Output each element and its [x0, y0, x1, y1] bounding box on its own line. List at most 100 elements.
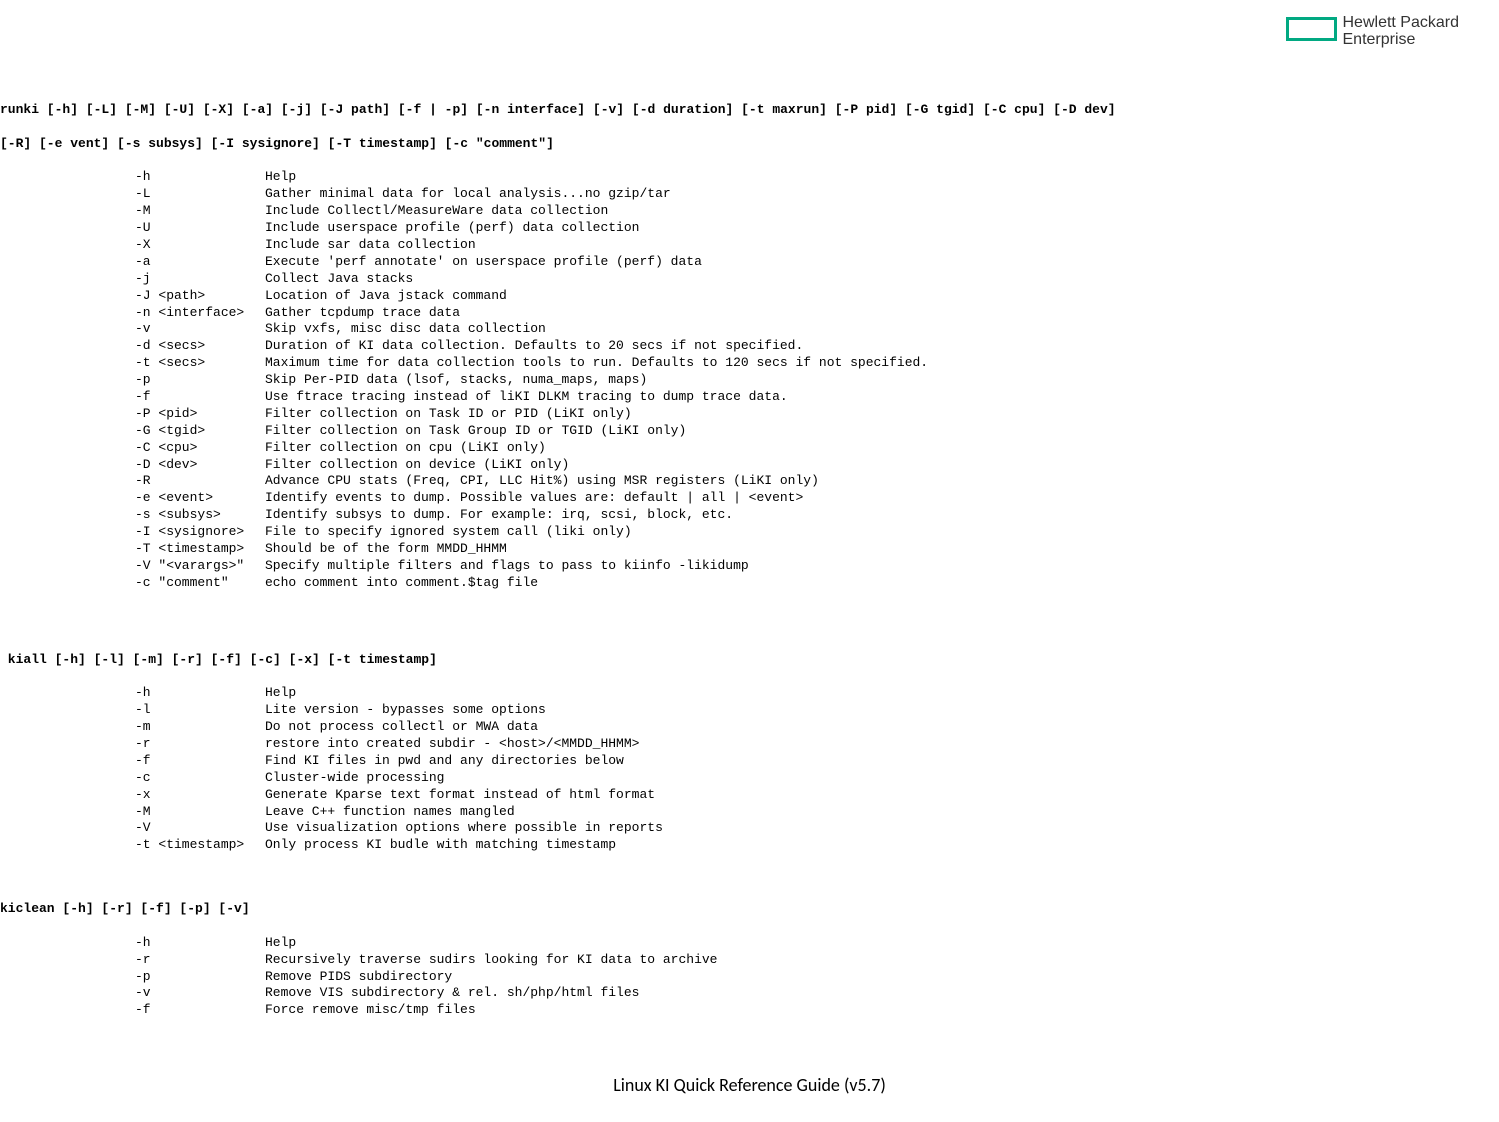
runki-option-row: -pSkip Per-PID data (lsof, stacks, numa_…: [0, 372, 1116, 389]
runki-option-row: -T <timestamp>Should be of the form MMDD…: [0, 541, 1116, 558]
kiclean-flag: -f: [135, 1002, 265, 1019]
kiall-desc: restore into created subdir - <host>/<MM…: [265, 736, 639, 753]
runki-desc: Include userspace profile (perf) data co…: [265, 220, 639, 237]
runki-option-row: -UInclude userspace profile (perf) data …: [0, 220, 1116, 237]
kiclean-flag: -h: [135, 935, 265, 952]
kiall-flag: -f: [135, 753, 265, 770]
kiclean-flag: -r: [135, 952, 265, 969]
kiclean-options: -hHelp-rRecursively traverse sudirs look…: [0, 935, 1116, 1019]
runki-flag: -I <sysignore>: [135, 524, 265, 541]
runki-flag: -t <secs>: [135, 355, 265, 372]
kiall-desc: Help: [265, 685, 296, 702]
runki-desc: Identify events to dump. Possible values…: [265, 490, 803, 507]
runki-option-row: -XInclude sar data collection: [0, 237, 1116, 254]
kiclean-desc: Help: [265, 935, 296, 952]
logo-line2: Enterprise: [1343, 31, 1416, 48]
kiall-desc: Do not process collectl or MWA data: [265, 719, 538, 736]
kiall-option-row: -MLeave C++ function names mangled: [0, 804, 1116, 821]
runki-option-row: -t <secs>Maximum time for data collectio…: [0, 355, 1116, 372]
kiall-option-row: -lLite version - bypasses some options: [0, 702, 1116, 719]
runki-option-row: -c "comment"echo comment into comment.$t…: [0, 575, 1116, 592]
runki-option-row: -J <path>Location of Java jstack command: [0, 288, 1116, 305]
kiclean-option-row: -fForce remove misc/tmp files: [0, 1002, 1116, 1019]
runki-flag: -e <event>: [135, 490, 265, 507]
runki-flag: -D <dev>: [135, 457, 265, 474]
runki-option-row: -P <pid>Filter collection on Task ID or …: [0, 406, 1116, 423]
kiall-option-row: -mDo not process collectl or MWA data: [0, 719, 1116, 736]
runki-flag: -C <cpu>: [135, 440, 265, 457]
runki-option-row: -D <dev>Filter collection on device (LiK…: [0, 457, 1116, 474]
kiall-option-row: -fFind KI files in pwd and any directori…: [0, 753, 1116, 770]
kiall-desc: Generate Kparse text format instead of h…: [265, 787, 655, 804]
runki-desc: Filter collection on Task ID or PID (LiK…: [265, 406, 632, 423]
runki-desc: Location of Java jstack command: [265, 288, 507, 305]
kiall-option-row: -t <timestamp>Only process KI budle with…: [0, 837, 1116, 854]
kiclean-desc: Recursively traverse sudirs looking for …: [265, 952, 717, 969]
runki-option-row: -jCollect Java stacks: [0, 271, 1116, 288]
kiclean-option-row: -hHelp: [0, 935, 1116, 952]
runki-option-row: -s <subsys>Identify subsys to dump. For …: [0, 507, 1116, 524]
runki-options: -hHelp-LGather minimal data for local an…: [0, 169, 1116, 591]
runki-desc: Use ftrace tracing instead of liKI DLKM …: [265, 389, 788, 406]
kiall-desc: Only process KI budle with matching time…: [265, 837, 616, 854]
kiclean-desc: Remove PIDS subdirectory: [265, 969, 452, 986]
kiclean-usage: kiclean [-h] [-r] [-f] [-p] [-v]: [0, 901, 1116, 918]
runki-flag: -G <tgid>: [135, 423, 265, 440]
kiall-flag: -m: [135, 719, 265, 736]
runki-flag: -c "comment": [135, 575, 265, 592]
kiall-flag: -r: [135, 736, 265, 753]
runki-desc: Collect Java stacks: [265, 271, 413, 288]
kiall-option-row: -VUse visualization options where possib…: [0, 820, 1116, 837]
runki-flag: -j: [135, 271, 265, 288]
runki-option-row: -MInclude Collectl/MeasureWare data coll…: [0, 203, 1116, 220]
runki-flag: -L: [135, 186, 265, 203]
runki-option-row: -LGather minimal data for local analysis…: [0, 186, 1116, 203]
runki-flag: -R: [135, 473, 265, 490]
kiall-usage: kiall [-h] [-l] [-m] [-r] [-f] [-c] [-x]…: [0, 652, 1116, 669]
runki-usage-2: [-R] [-e vent] [-s subsys] [-I sysignore…: [0, 136, 1116, 153]
hpe-logo-text: Hewlett Packard Enterprise: [1343, 15, 1460, 49]
runki-flag: -n <interface>: [135, 305, 265, 322]
runki-desc: Filter collection on Task Group ID or TG…: [265, 423, 686, 440]
runki-flag: -d <secs>: [135, 338, 265, 355]
runki-desc: File to specify ignored system call (lik…: [265, 524, 632, 541]
kiall-flag: -l: [135, 702, 265, 719]
kiall-options: -hHelp-lLite version - bypasses some opt…: [0, 685, 1116, 854]
kiall-option-row: -hHelp: [0, 685, 1116, 702]
kiall-flag: -c: [135, 770, 265, 787]
kiall-desc: Use visualization options where possible…: [265, 820, 663, 837]
kiall-desc: Leave C++ function names mangled: [265, 804, 515, 821]
runki-desc: Advance CPU stats (Freq, CPI, LLC Hit%) …: [265, 473, 819, 490]
kiall-desc: Cluster-wide processing: [265, 770, 444, 787]
kiall-flag: -h: [135, 685, 265, 702]
kiall-option-row: -rrestore into created subdir - <host>/<…: [0, 736, 1116, 753]
kiall-option-row: -cCluster-wide processing: [0, 770, 1116, 787]
kiclean-option-row: -pRemove PIDS subdirectory: [0, 969, 1116, 986]
runki-option-row: -vSkip vxfs, misc disc data collection: [0, 321, 1116, 338]
kiclean-desc: Remove VIS subdirectory & rel. sh/php/ht…: [265, 985, 639, 1002]
hpe-logo-mark: [1286, 17, 1337, 41]
kiclean-option-row: -rRecursively traverse sudirs looking fo…: [0, 952, 1116, 969]
kiclean-flag: -p: [135, 969, 265, 986]
runki-desc: echo comment into comment.$tag file: [265, 575, 538, 592]
runki-desc: Filter collection on device (LiKI only): [265, 457, 569, 474]
runki-desc: Filter collection on cpu (LiKI only): [265, 440, 546, 457]
runki-desc: Maximum time for data collection tools t…: [265, 355, 928, 372]
runki-desc: Include Collectl/MeasureWare data collec…: [265, 203, 608, 220]
runki-desc: Duration of KI data collection. Defaults…: [265, 338, 803, 355]
runki-option-row: -I <sysignore>File to specify ignored sy…: [0, 524, 1116, 541]
runki-flag: -V "<varargs>": [135, 558, 265, 575]
runki-flag: -X: [135, 237, 265, 254]
document-body: runki [-h] [-L] [-M] [-U] [-X] [-a] [-j]…: [0, 85, 1116, 1036]
runki-flag: -U: [135, 220, 265, 237]
runki-desc: Skip Per-PID data (lsof, stacks, numa_ma…: [265, 372, 647, 389]
kiall-flag: -M: [135, 804, 265, 821]
runki-flag: -p: [135, 372, 265, 389]
runki-desc: Gather minimal data for local analysis..…: [265, 186, 671, 203]
runki-flag: -s <subsys>: [135, 507, 265, 524]
kiall-desc: Lite version - bypasses some options: [265, 702, 546, 719]
runki-option-row: -RAdvance CPU stats (Freq, CPI, LLC Hit%…: [0, 473, 1116, 490]
runki-desc: Gather tcpdump trace data: [265, 305, 460, 322]
runki-option-row: -C <cpu>Filter collection on cpu (LiKI o…: [0, 440, 1116, 457]
runki-option-row: -e <event>Identify events to dump. Possi…: [0, 490, 1116, 507]
